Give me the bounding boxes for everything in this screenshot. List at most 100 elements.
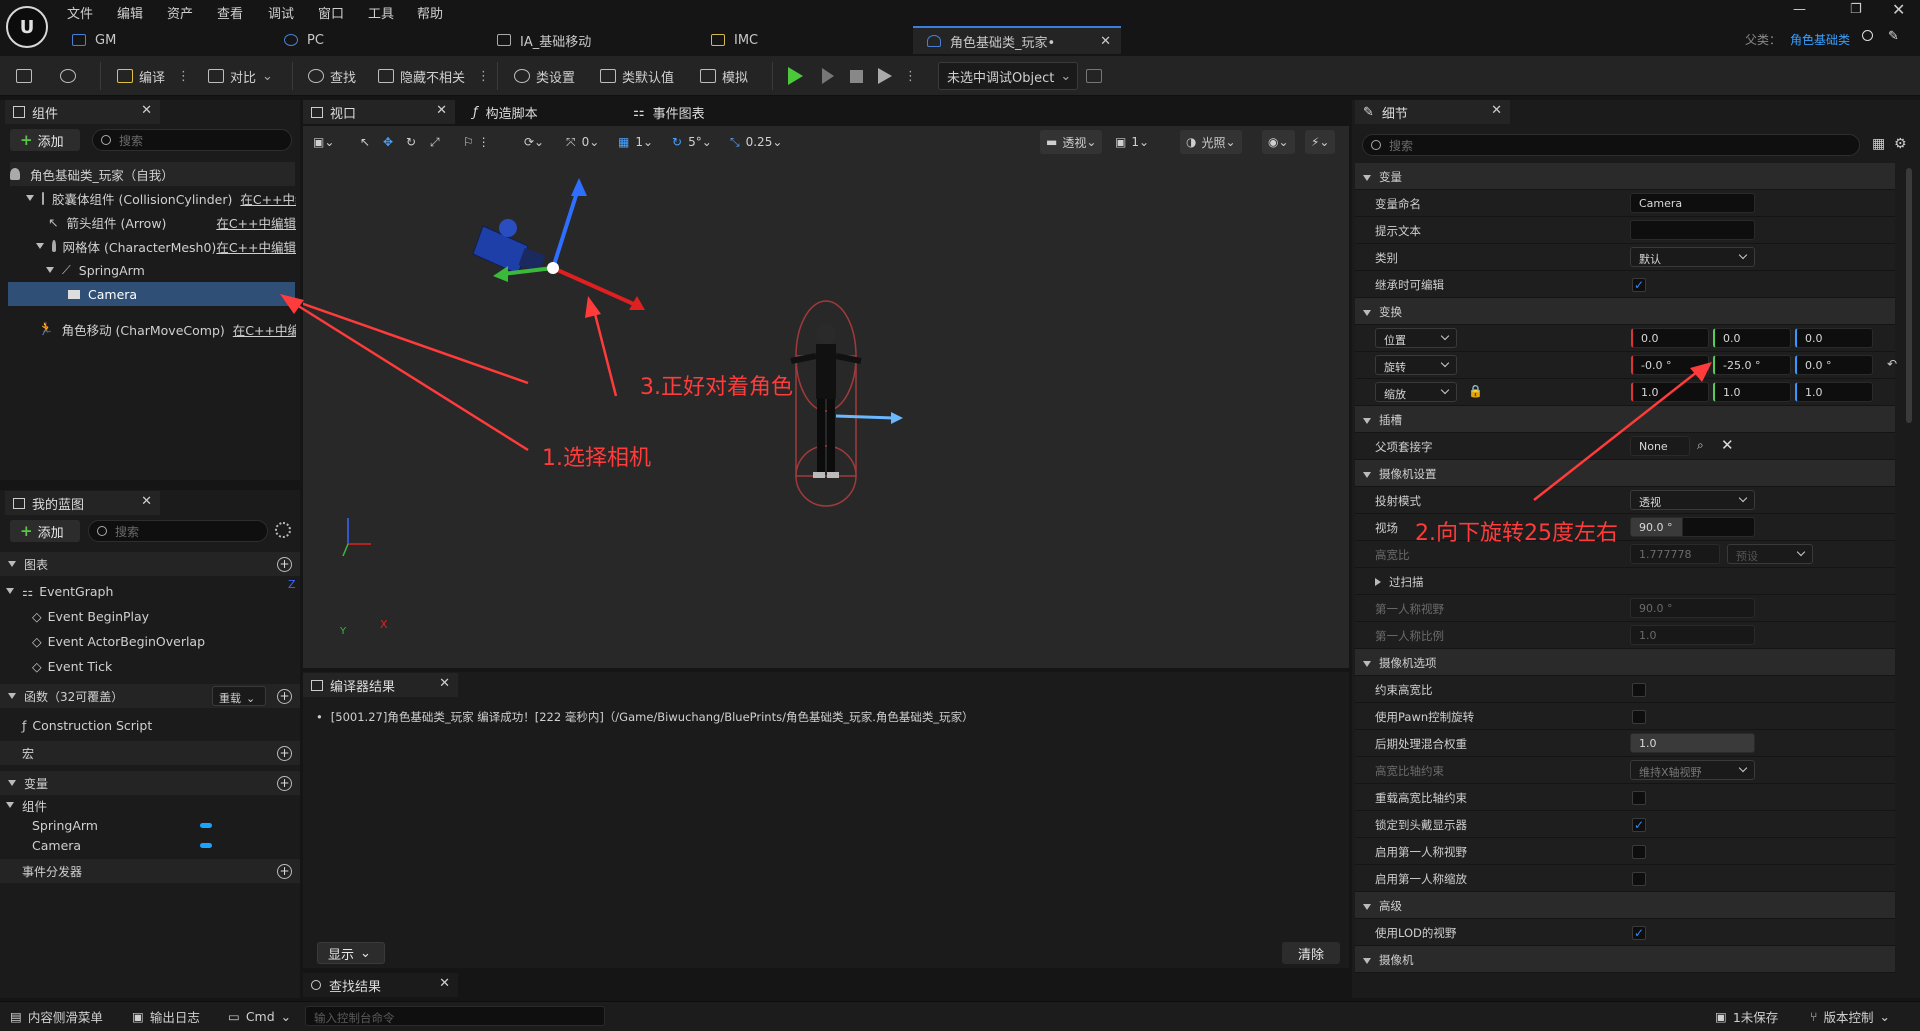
performance-dropdown[interactable]: ⚡⌄ <box>1305 130 1336 154</box>
lock-hmd-checkbox[interactable]: ✓ <box>1632 818 1646 832</box>
use-lod-checkbox[interactable]: ✓ <box>1632 926 1646 940</box>
grid-snap[interactable]: ▦ 1 ⌄ <box>618 130 653 154</box>
scale-z[interactable]: 1.0 <box>1795 382 1873 402</box>
output-log-button[interactable]: ▣ 输出日志 <box>132 1001 200 1031</box>
my-blueprint-search[interactable]: 搜索 <box>88 520 268 542</box>
tooltip-input[interactable] <box>1630 220 1755 240</box>
parent-class-link[interactable]: 角色基础类 <box>1790 31 1850 48</box>
components-tab[interactable]: 组件 ✕ <box>5 100 160 124</box>
eject-icon[interactable]: ⋮ <box>878 56 917 96</box>
fov-slider[interactable]: 90.0 ° <box>1630 517 1755 537</box>
section-variable[interactable]: 变量 <box>1355 163 1895 190</box>
show-dropdown[interactable]: 显示 ⌄ <box>317 942 385 964</box>
tree-item-capsule[interactable]: 胶囊体组件 (CollisionCylinder)在C++中编 <box>26 186 296 210</box>
details-scrollbar[interactable] <box>1906 168 1912 423</box>
menu-view[interactable]: 查看 <box>217 3 243 22</box>
show-flags-dropdown[interactable]: ◉⌄ <box>1262 130 1295 154</box>
enable-fp-fov-checkbox[interactable] <box>1632 845 1646 859</box>
lock-icon[interactable]: 🔒 <box>1468 384 1483 398</box>
browse-content-icon[interactable] <box>60 56 76 96</box>
construction-script-item[interactable]: ƒ Construction Script <box>22 713 292 737</box>
location-y[interactable]: 0.0 <box>1713 328 1791 348</box>
find-results-tab[interactable]: 查找结果 ✕ <box>303 973 458 997</box>
compiler-results-tab[interactable]: 编译器结果 ✕ <box>303 673 458 697</box>
menu-file[interactable]: 文件 <box>67 3 93 22</box>
compile-button[interactable]: 编译 ⋮ <box>117 56 190 96</box>
tab-ia-move[interactable]: IA_基础移动 <box>483 26 693 54</box>
close-tab-icon[interactable]: ✕ <box>1100 34 1111 49</box>
source-control-button[interactable]: ⑂ 版本控制 ⌄ <box>1810 1001 1890 1031</box>
instance-editable-checkbox[interactable]: ✓ <box>1632 278 1646 292</box>
section-advanced[interactable]: 高级 <box>1355 892 1895 919</box>
edit-in-cpp-link[interactable]: 在C++中编 <box>240 189 296 208</box>
tab-construction-script[interactable]: ƒ 构造脚本 <box>465 100 615 124</box>
enable-fp-scale-checkbox[interactable] <box>1632 872 1646 886</box>
location-mode-dropdown[interactable]: 位置 <box>1375 328 1457 348</box>
location-z[interactable]: 0.0 <box>1795 328 1873 348</box>
save-icon[interactable] <box>16 56 32 96</box>
close-icon[interactable]: ✕ <box>141 494 152 509</box>
minimize-icon[interactable]: — <box>1793 2 1806 17</box>
browse-icon[interactable] <box>1862 30 1873 41</box>
tree-item-springarm[interactable]: ⟋ SpringArm <box>46 258 296 282</box>
override-dropdown[interactable]: 重载 ⌄ <box>212 686 266 706</box>
details-search[interactable]: 搜索 <box>1362 134 1860 156</box>
use-pawn-control-checkbox[interactable] <box>1632 710 1646 724</box>
tab-gm[interactable]: GM <box>58 26 268 54</box>
menu-asset[interactable]: 资产 <box>167 3 193 22</box>
variable-item[interactable]: SpringArm <box>32 815 212 835</box>
tab-pc[interactable]: PC <box>270 26 480 54</box>
menu-window[interactable]: 窗口 <box>318 3 344 22</box>
section-macros[interactable]: 宏 + <box>0 741 300 765</box>
play-button[interactable] <box>788 56 803 96</box>
menu-tools[interactable]: 工具 <box>368 3 394 22</box>
section-variables[interactable]: 变量 + <box>0 771 300 795</box>
unsaved-indicator[interactable]: ▣ 1未保存 <box>1715 1001 1778 1031</box>
console-command-input[interactable]: 输入控制台命令 <box>305 1006 605 1026</box>
add-graph-icon[interactable]: + <box>277 556 292 572</box>
stop-icon[interactable] <box>850 56 863 96</box>
add-component-button[interactable]: + 添加 <box>10 129 80 151</box>
camera-speed[interactable]: ▣ 1 ⌄ <box>1115 130 1149 154</box>
tab-viewport[interactable]: 视口 ✕ <box>303 100 455 124</box>
tree-item-arrow[interactable]: ↖ 箭头组件 (Arrow) 在C++中编辑 <box>48 210 296 234</box>
close-icon[interactable]: ✕ <box>1491 103 1502 118</box>
edit-in-cpp-link[interactable]: 在C++中编辑 <box>216 213 296 232</box>
section-transform[interactable]: 变换 <box>1355 298 1895 325</box>
clear-button[interactable]: 清除 <box>1282 942 1340 964</box>
content-drawer-button[interactable]: ▤ 内容侧滑菜单 <box>10 1001 103 1031</box>
tree-item-camera[interactable]: Camera <box>8 282 295 306</box>
edit-parent-icon[interactable]: ✎ <box>1888 29 1899 44</box>
section-camera[interactable]: 摄像机 <box>1355 946 1895 973</box>
rotation-mode-dropdown[interactable]: 旋转 <box>1375 355 1457 375</box>
category-dropdown[interactable]: 默认 <box>1630 247 1755 267</box>
details-tab[interactable]: ✎ 细节 ✕ <box>1355 100 1510 124</box>
select-icon[interactable]: ↖ <box>360 130 370 154</box>
add-variable-icon[interactable]: + <box>277 775 292 791</box>
event-item[interactable]: ◇ Event Tick <box>32 654 292 678</box>
select-mode-icon[interactable]: ▣⌄ <box>313 130 334 154</box>
add-dispatcher-icon[interactable]: + <box>277 863 292 879</box>
variable-group-components[interactable]: 组件 <box>6 795 296 815</box>
event-item[interactable]: ◇ Event ActorBeginOverlap <box>32 629 292 653</box>
components-search[interactable]: 搜索 <box>92 129 292 151</box>
tree-item-mesh[interactable]: 网格体 (CharacterMesh0) 在C++中编辑 <box>36 234 296 258</box>
variable-item[interactable]: Camera <box>32 835 212 855</box>
find-button[interactable]: 查找 <box>308 56 356 96</box>
debug-target-dropdown[interactable]: 未选中调试Object ⌄ <box>938 62 1078 90</box>
menu-help[interactable]: 帮助 <box>417 3 443 22</box>
section-graphs[interactable]: 图表 + <box>0 552 300 576</box>
debug-pick-icon[interactable] <box>1086 56 1108 96</box>
diff-button[interactable]: 对比 ⌄ <box>208 56 273 96</box>
table-view-icon[interactable]: ▦ <box>1872 136 1885 152</box>
variable-name-input[interactable]: Camera <box>1630 193 1755 213</box>
surface-snap-icon[interactable]: ⚐ ⋮ <box>463 130 490 154</box>
tree-item-charmove[interactable]: 🏃角色移动 (CharMoveComp)在C++中编辑 <box>38 317 296 341</box>
class-defaults-button[interactable]: 类默认值 <box>600 56 674 96</box>
coord-space-icon[interactable]: ⟳⌄ <box>524 130 544 154</box>
tab-event-graph[interactable]: ⚏ 事件图表 <box>625 100 775 124</box>
perspective-dropdown[interactable]: ▬ 透视 ⌄ <box>1040 130 1103 154</box>
override-aspect-checkbox[interactable] <box>1632 791 1646 805</box>
close-icon[interactable]: ✕ <box>439 976 450 991</box>
scale-snap[interactable]: ⤡ 0.25 ⌄ <box>730 130 782 154</box>
